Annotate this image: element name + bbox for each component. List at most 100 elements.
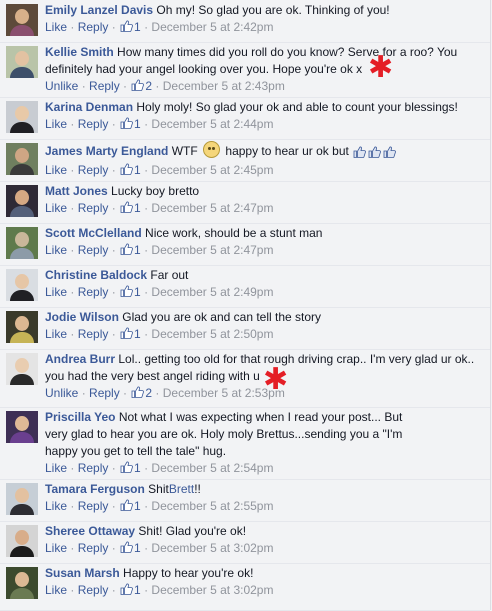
comment-timestamp-link[interactable]: December 5 at 3:02pm [151, 583, 273, 597]
separator-dot: · [67, 327, 78, 341]
thumbs-up-icon [120, 117, 133, 129]
comment-author-link[interactable]: Susan Marsh [45, 566, 120, 580]
avatar[interactable] [6, 269, 38, 301]
like-button[interactable]: Like [45, 243, 67, 257]
comment-author-link[interactable]: Matt Jones [45, 184, 108, 198]
like-button[interactable]: Like [45, 117, 67, 131]
reply-button[interactable]: Reply [89, 79, 120, 93]
comment-author-link[interactable]: Sheree Ottaway [45, 524, 135, 538]
avatar-head [15, 148, 29, 163]
unlike-button[interactable]: Unlike [45, 79, 78, 93]
comment-timestamp-link[interactable]: December 5 at 2:55pm [151, 499, 273, 513]
like-count[interactable]: 2 [130, 386, 152, 400]
comment-author-link[interactable]: Christine Baldock [45, 268, 147, 282]
comment-timestamp-link[interactable]: December 5 at 2:43pm [163, 79, 285, 93]
like-button[interactable]: Like [45, 20, 67, 34]
comment-author-link[interactable]: Jodie Wilson [45, 310, 119, 324]
comment-timestamp-link[interactable]: December 5 at 2:54pm [151, 461, 273, 475]
like-button[interactable]: Like [45, 461, 67, 475]
comment-author-link[interactable]: Andrea Burr [45, 352, 115, 366]
like-button[interactable]: Like [45, 541, 67, 555]
avatar[interactable] [6, 4, 38, 36]
like-count[interactable]: 2 [130, 79, 152, 93]
like-count[interactable]: 1 [119, 541, 141, 555]
comment-timestamp-link[interactable]: December 5 at 2:44pm [151, 117, 273, 131]
reply-button[interactable]: Reply [78, 201, 109, 215]
reply-button[interactable]: Reply [78, 499, 109, 513]
reply-button[interactable]: Reply [78, 243, 109, 257]
avatar[interactable] [6, 143, 38, 175]
comment-timestamp-link[interactable]: December 5 at 2:42pm [151, 20, 273, 34]
avatar[interactable] [6, 483, 38, 515]
like-count[interactable]: 1 [119, 285, 141, 299]
comment-author-link[interactable]: Tamara Ferguson [45, 482, 145, 496]
unlike-button[interactable]: Unlike [45, 386, 78, 400]
avatar[interactable] [6, 567, 38, 599]
like-count[interactable]: 1 [119, 583, 141, 597]
like-count[interactable]: 1 [119, 461, 141, 475]
reply-button[interactable]: Reply [78, 117, 109, 131]
separator-dot: · [67, 201, 78, 215]
comment-timestamp-link[interactable]: December 5 at 2:49pm [151, 285, 273, 299]
comment-timestamp-link[interactable]: December 5 at 2:47pm [151, 243, 273, 257]
comment-author-link[interactable]: Scott McClelland [45, 226, 142, 240]
reply-button[interactable]: Reply [78, 461, 109, 475]
comment-text-line: Priscilla Yeo Not what I was expecting w… [45, 409, 405, 460]
like-count[interactable]: 1 [119, 201, 141, 215]
comment-text: WTF [171, 144, 198, 158]
like-count-number: 1 [134, 285, 141, 299]
separator-dot: · [140, 499, 152, 513]
like-button[interactable]: Like [45, 285, 67, 299]
separator-dot: · [78, 386, 90, 400]
like-count[interactable]: 1 [119, 499, 141, 513]
avatar[interactable] [6, 353, 38, 385]
separator-dot: · [140, 243, 152, 257]
avatar-torso [10, 206, 34, 217]
reply-button[interactable]: Reply [78, 20, 109, 34]
comment-author-link[interactable]: Priscilla Yeo [45, 410, 116, 424]
comment-author-link[interactable]: Emily Lanzel Davis [45, 3, 153, 17]
like-button[interactable]: Like [45, 583, 67, 597]
comment-author-link[interactable]: James Marty England [45, 144, 168, 158]
avatar[interactable] [6, 411, 38, 443]
like-count[interactable]: 1 [119, 243, 141, 257]
reply-button[interactable]: Reply [89, 386, 120, 400]
avatar[interactable] [6, 525, 38, 557]
comment-timestamp-link[interactable]: December 5 at 2:50pm [151, 327, 273, 341]
thumbs-up-icon [383, 146, 397, 158]
reply-button[interactable]: Reply [78, 541, 109, 555]
like-count[interactable]: 1 [119, 117, 141, 131]
comment-text-line: Karina Denman Holy moly! So glad your ok… [45, 99, 480, 116]
like-button[interactable]: Like [45, 327, 67, 341]
tagged-name-link[interactable]: Brett [169, 482, 194, 496]
comment-body: Sheree Ottaway Shit! Glad you're ok! Like… [45, 523, 480, 557]
like-count[interactable]: 1 [119, 163, 141, 177]
avatar[interactable] [6, 46, 38, 78]
avatar[interactable] [6, 101, 38, 133]
reply-button[interactable]: Reply [78, 583, 109, 597]
comment-author-link[interactable]: Kellie Smith [45, 45, 114, 59]
comment-author-link[interactable]: Karina Denman [45, 100, 133, 114]
like-button[interactable]: Like [45, 499, 67, 513]
reply-button[interactable]: Reply [78, 163, 109, 177]
avatar[interactable] [6, 185, 38, 217]
comment-timestamp-link[interactable]: December 5 at 3:02pm [151, 541, 273, 555]
like-count-number: 1 [134, 20, 141, 34]
comment-timestamp-link[interactable]: December 5 at 2:47pm [151, 201, 273, 215]
separator-dot: · [140, 583, 152, 597]
avatar[interactable] [6, 227, 38, 259]
like-count[interactable]: 1 [119, 20, 141, 34]
reply-button[interactable]: Reply [78, 285, 109, 299]
separator-dot: · [140, 201, 152, 215]
comment-body: Susan Marsh Happy to hear you're ok! Like… [45, 565, 480, 599]
like-button[interactable]: Like [45, 163, 67, 177]
avatar-torso [10, 122, 34, 133]
separator-dot: · [67, 243, 78, 257]
like-count[interactable]: 1 [119, 327, 141, 341]
comment-timestamp-link[interactable]: December 5 at 2:45pm [151, 163, 273, 177]
comment-item: Tamara Ferguson ShitBrett!! Like · Reply … [0, 479, 490, 522]
reply-button[interactable]: Reply [78, 327, 109, 341]
avatar-torso [10, 504, 34, 515]
avatar[interactable] [6, 311, 38, 343]
like-button[interactable]: Like [45, 201, 67, 215]
